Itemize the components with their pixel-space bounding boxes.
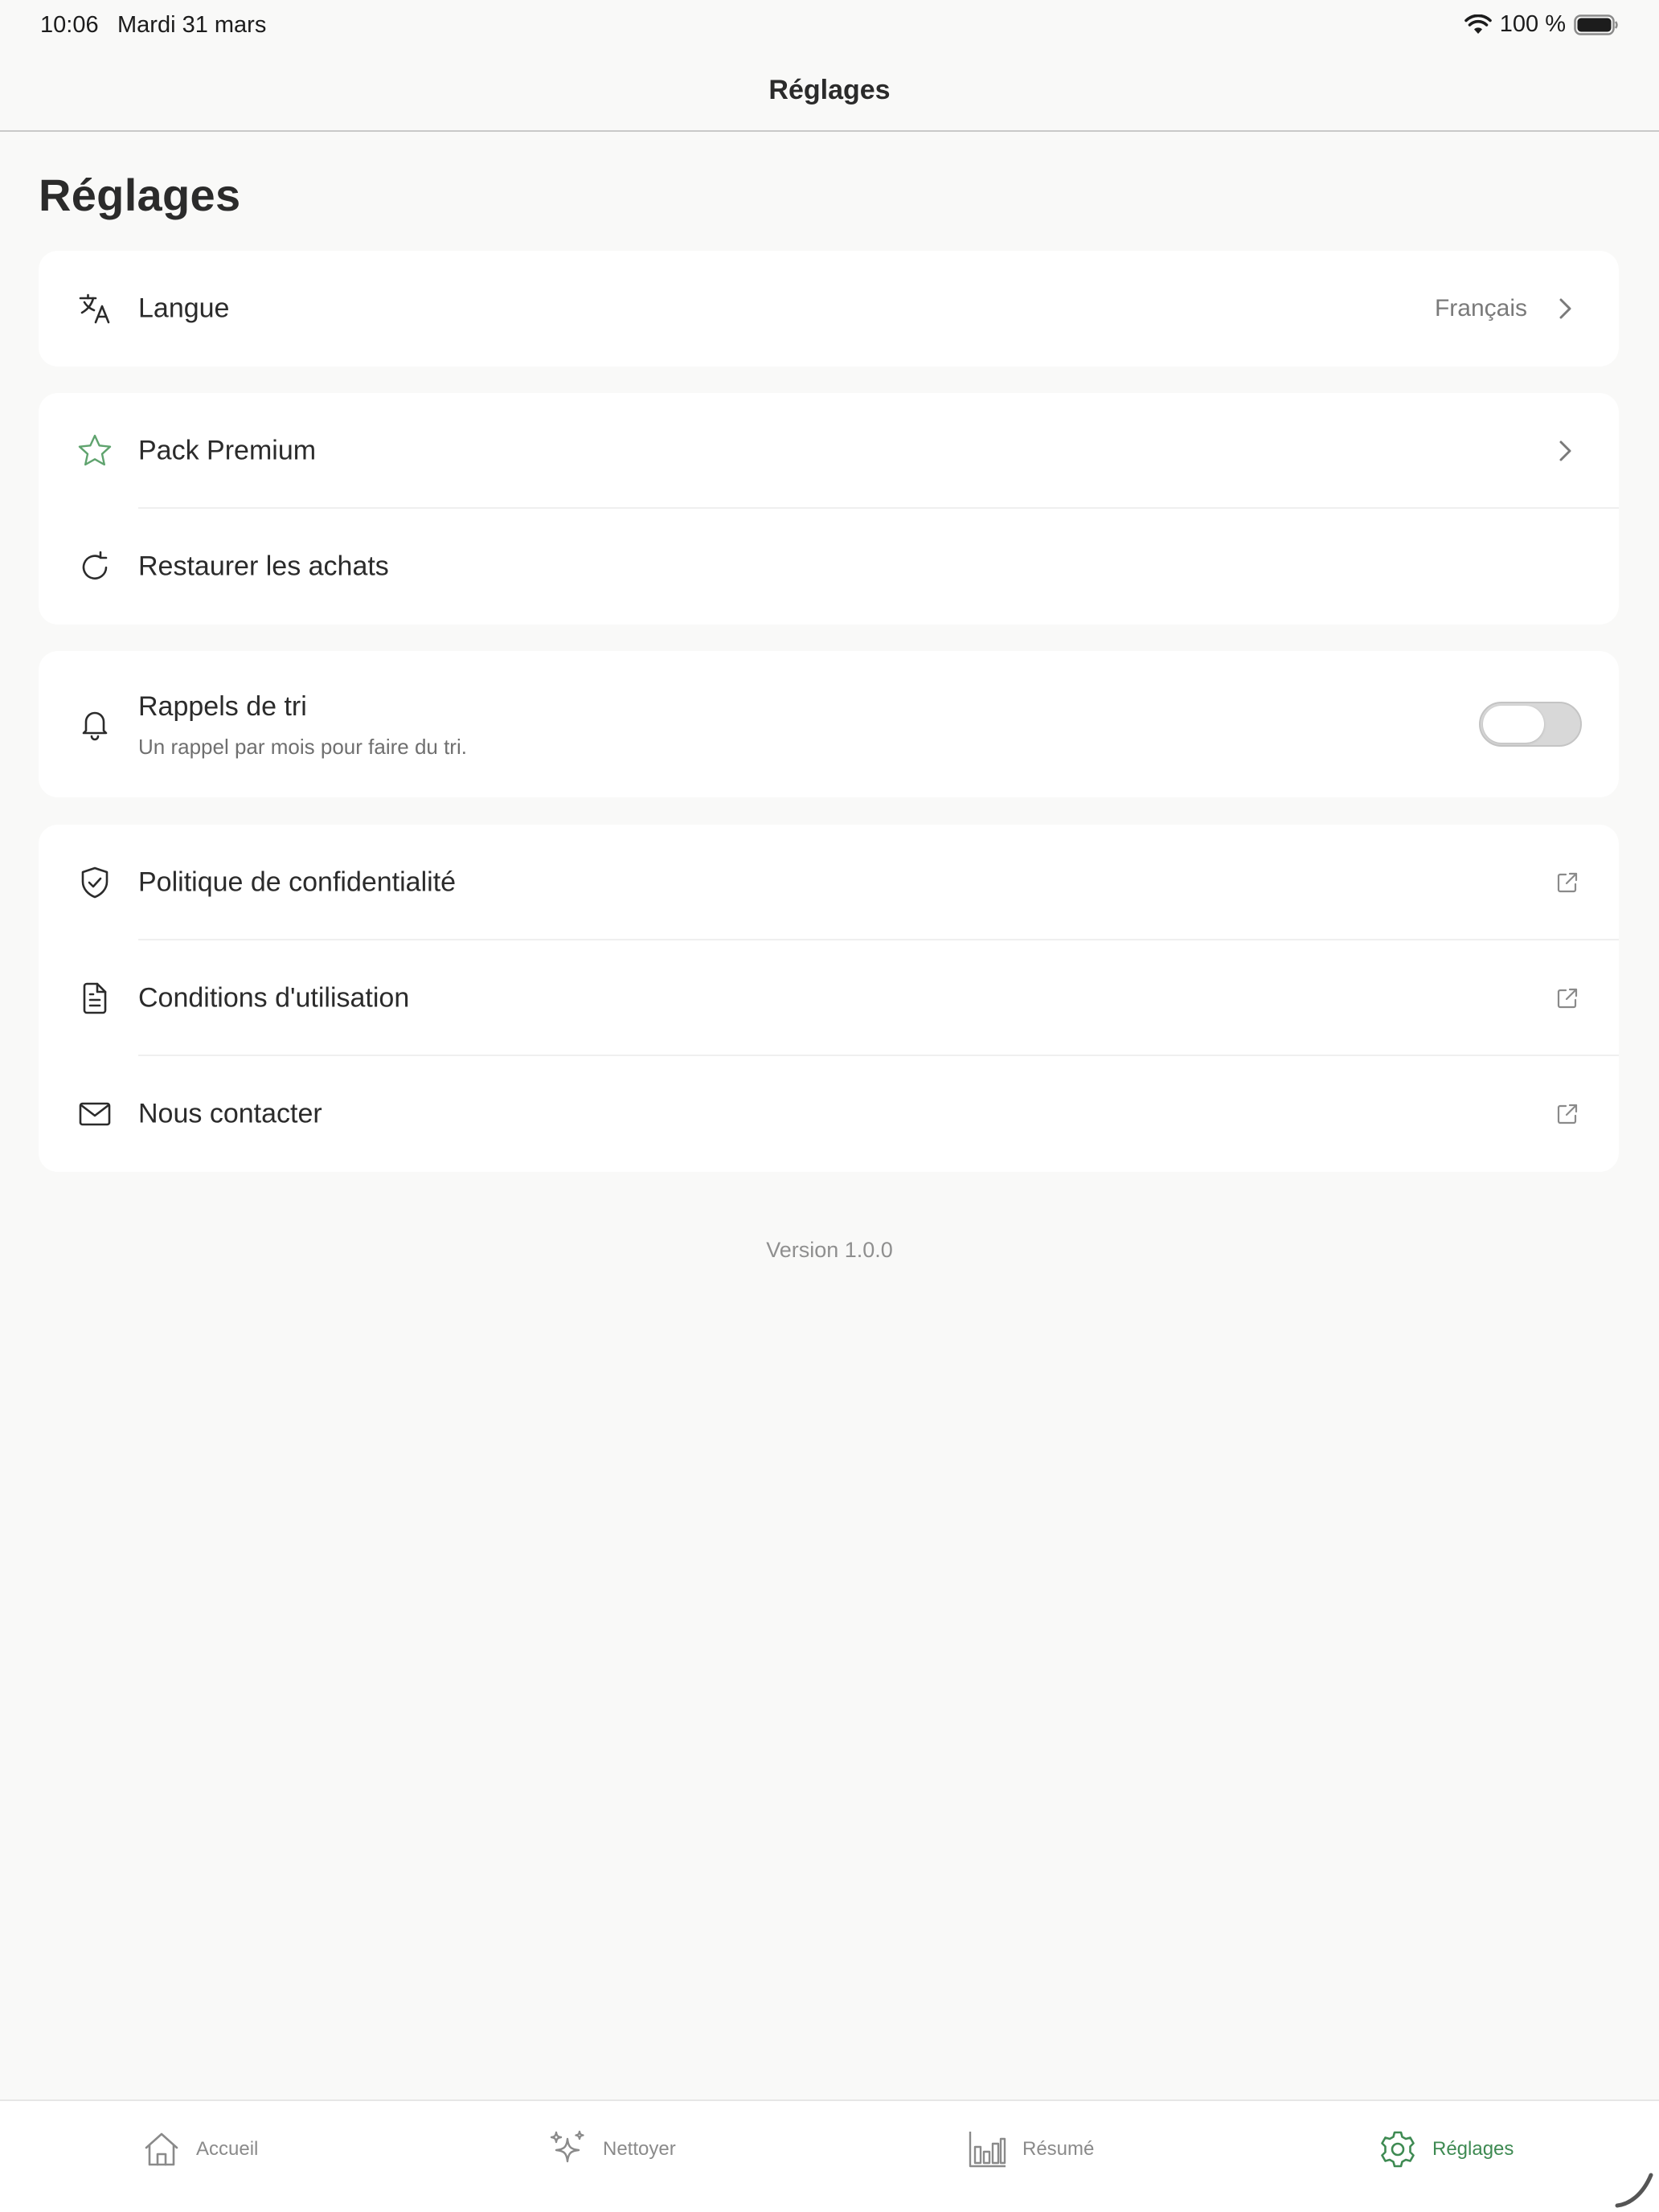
links-card: Politique de confidentialité Conditions … [39, 825, 1619, 1172]
restore-purchases-row[interactable]: Restaurer les achats [39, 509, 1619, 625]
house-icon [145, 2132, 178, 2166]
shield-check-icon [81, 866, 109, 899]
mail-icon [79, 1102, 111, 1126]
language-value: Français [1434, 295, 1527, 322]
refresh-icon [82, 551, 108, 580]
external-link-icon [1557, 872, 1578, 893]
star-icon [78, 434, 112, 466]
terms-row[interactable]: Conditions d'utilisation [39, 940, 1619, 1056]
tab-resume[interactable]: Résumé [968, 2125, 1094, 2173]
translate-icon [79, 293, 110, 324]
battery-percentage: 100 % [1499, 11, 1566, 37]
premium-label: Pack Premium [138, 435, 317, 466]
settings-screen: 10:06 Mardi 31 mars 100 % Réglages Régla… [0, 0, 1659, 2212]
chevron-right-icon [1559, 298, 1571, 319]
bell-icon [82, 711, 108, 741]
status-bar: 10:06 Mardi 31 mars 100 % [0, 0, 1659, 51]
app-version: Version 1.0.0 [766, 1238, 893, 1262]
reminders-description: Un rappel par mois pour faire du tri. [138, 735, 467, 759]
privacy-policy-row[interactable]: Politique de confidentialité [39, 825, 1619, 940]
home-gesture-indicator[interactable] [1614, 2169, 1654, 2209]
restore-label: Restaurer les achats [138, 551, 389, 582]
contact-label: Nous contacter [138, 1098, 322, 1129]
external-link-icon [1557, 988, 1578, 1009]
tab-reglages[interactable]: Réglages [1378, 2125, 1514, 2173]
tab-label-reglages: Réglages [1432, 2138, 1514, 2160]
tab-accueil[interactable]: Accueil [141, 2125, 258, 2173]
bar-chart-icon [969, 2132, 1006, 2168]
tab-label-nettoyer: Nettoyer [603, 2138, 676, 2160]
navigation-bar: Réglages [0, 53, 1659, 132]
status-indicators: 100 % [1464, 11, 1619, 38]
contact-row[interactable]: Nous contacter [39, 1056, 1619, 1172]
status-date: Mardi 31 mars [117, 12, 267, 38]
battery-icon [1574, 14, 1618, 35]
sparkles-icon [550, 2130, 584, 2163]
tab-label-resume: Résumé [1022, 2138, 1095, 2160]
privacy-label: Politique de confidentialité [138, 866, 457, 898]
chevron-right-icon [1559, 440, 1571, 461]
reminders-card: Rappels de tri Un rappel par mois pour f… [39, 651, 1619, 797]
language-row[interactable]: Langue Français [39, 251, 1619, 367]
terms-label: Conditions d'utilisation [138, 982, 410, 1014]
language-card: Langue Français [39, 251, 1619, 367]
tab-label-accueil: Accueil [196, 2138, 259, 2160]
premium-card: Pack Premium Restaurer les achats [39, 393, 1619, 625]
tab-bar: Accueil Nettoyer Résumé Réglages [0, 2099, 1659, 2212]
reminders-toggle[interactable] [1479, 702, 1582, 747]
nav-title: Réglages [768, 75, 891, 105]
language-label: Langue [138, 293, 230, 324]
reminders-label: Rappels de tri [138, 691, 307, 722]
tab-nettoyer[interactable]: Nettoyer [548, 2125, 676, 2173]
premium-row[interactable]: Pack Premium [39, 393, 1619, 509]
toggle-knob [1483, 706, 1544, 743]
wifi-icon [1464, 14, 1492, 34]
document-icon [83, 982, 107, 1014]
status-time: 10:06 [40, 12, 99, 38]
external-link-icon [1557, 1104, 1578, 1124]
reminders-row: Rappels de tri Un rappel par mois pour f… [39, 651, 1619, 797]
gear-icon [1381, 2131, 1415, 2168]
page-title: Réglages [39, 170, 241, 220]
